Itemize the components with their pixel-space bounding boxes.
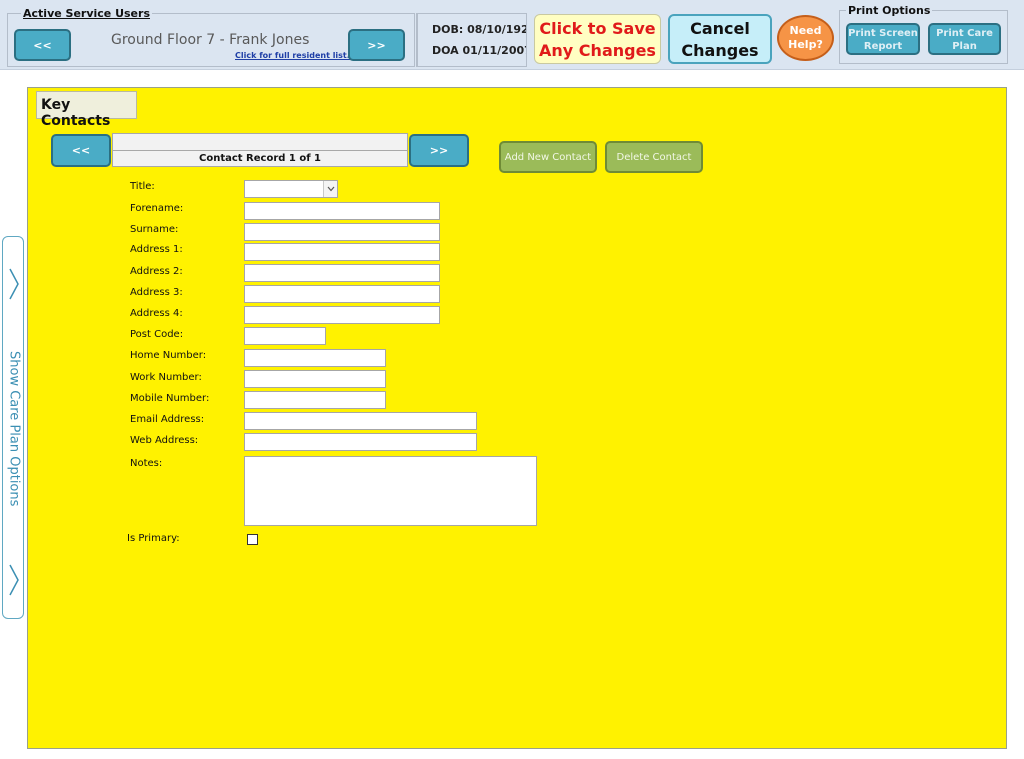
forename-label: Forename: — [130, 203, 184, 214]
chevron-down-icon[interactable] — [323, 181, 337, 197]
notes-label: Notes: — [130, 458, 163, 469]
header-bar: Active Service Users << Ground Floor 7 -… — [0, 0, 1024, 70]
record-counter: Contact Record 1 of 1 — [199, 153, 321, 164]
mobile-number-label: Mobile Number: — [130, 393, 210, 404]
postcode-label: Post Code: — [130, 329, 184, 340]
work-number-input[interactable] — [244, 370, 386, 388]
show-care-plan-options-tab[interactable]: Show Care Plan Options — [2, 236, 24, 619]
next-record-button[interactable]: >> — [409, 134, 469, 167]
is-primary-checkbox[interactable] — [247, 534, 258, 545]
work-number-label: Work Number: — [130, 372, 202, 383]
active-service-users-label: Active Service Users — [21, 7, 152, 20]
web-address-input[interactable] — [244, 433, 477, 451]
date-of-admission: DOA 01/11/2007 — [432, 44, 527, 57]
surname-input[interactable] — [244, 223, 440, 241]
full-resident-list-link[interactable]: Click for full resident list... — [235, 51, 356, 60]
surname-label: Surname: — [130, 224, 179, 235]
print-options-label: Print Options — [846, 4, 933, 17]
save-changes-button[interactable]: Click to Save Any Changes — [534, 14, 661, 64]
chevron-right-icon — [9, 564, 19, 596]
key-contacts-panel: Key Contacts << Contact Record 1 of 1 >>… — [27, 87, 1007, 749]
title-select[interactable] — [244, 180, 338, 198]
email-address-label: Email Address: — [130, 414, 205, 425]
show-care-plan-options-label: Show Care Plan Options — [6, 351, 22, 507]
forename-input[interactable] — [244, 202, 440, 220]
previous-record-button[interactable]: << — [51, 134, 111, 167]
previous-resident-button[interactable]: << — [14, 29, 71, 61]
is-primary-label: Is Primary: — [127, 533, 180, 544]
address2-label: Address 2: — [130, 266, 183, 277]
cancel-changes-button[interactable]: Cancel Changes — [668, 14, 772, 64]
add-new-contact-button[interactable]: Add New Contact — [499, 141, 597, 173]
email-address-input[interactable] — [244, 412, 477, 430]
home-number-label: Home Number: — [130, 350, 207, 361]
postcode-input[interactable] — [244, 327, 326, 345]
record-navigator: Contact Record 1 of 1 — [112, 133, 408, 167]
address2-input[interactable] — [244, 264, 440, 282]
address4-label: Address 4: — [130, 308, 183, 319]
address1-input[interactable] — [244, 243, 440, 261]
section-title: Key Contacts — [36, 91, 137, 129]
address4-input[interactable] — [244, 306, 440, 324]
home-number-input[interactable] — [244, 349, 386, 367]
title-label: Title: — [130, 181, 155, 192]
notes-textarea[interactable] — [244, 456, 537, 526]
mobile-number-input[interactable] — [244, 391, 386, 409]
print-screen-report-button[interactable]: Print Screen Report — [846, 23, 920, 55]
resident-name: Ground Floor 7 - Frank Jones — [111, 32, 310, 48]
print-care-plan-button[interactable]: Print Care Plan — [928, 23, 1001, 55]
chevron-right-icon — [9, 268, 19, 300]
next-resident-button[interactable]: >> — [348, 29, 405, 61]
address3-label: Address 3: — [130, 287, 183, 298]
delete-contact-button[interactable]: Delete Contact — [605, 141, 703, 173]
divider — [113, 150, 407, 151]
date-of-birth: DOB: 08/10/1926 — [432, 23, 527, 36]
need-help-button[interactable]: Need Help? — [777, 15, 834, 61]
web-address-label: Web Address: — [130, 435, 199, 446]
address3-input[interactable] — [244, 285, 440, 303]
address1-label: Address 1: — [130, 244, 183, 255]
dob-doa-box: DOB: 08/10/1926 DOA 01/11/2007 — [416, 13, 527, 67]
